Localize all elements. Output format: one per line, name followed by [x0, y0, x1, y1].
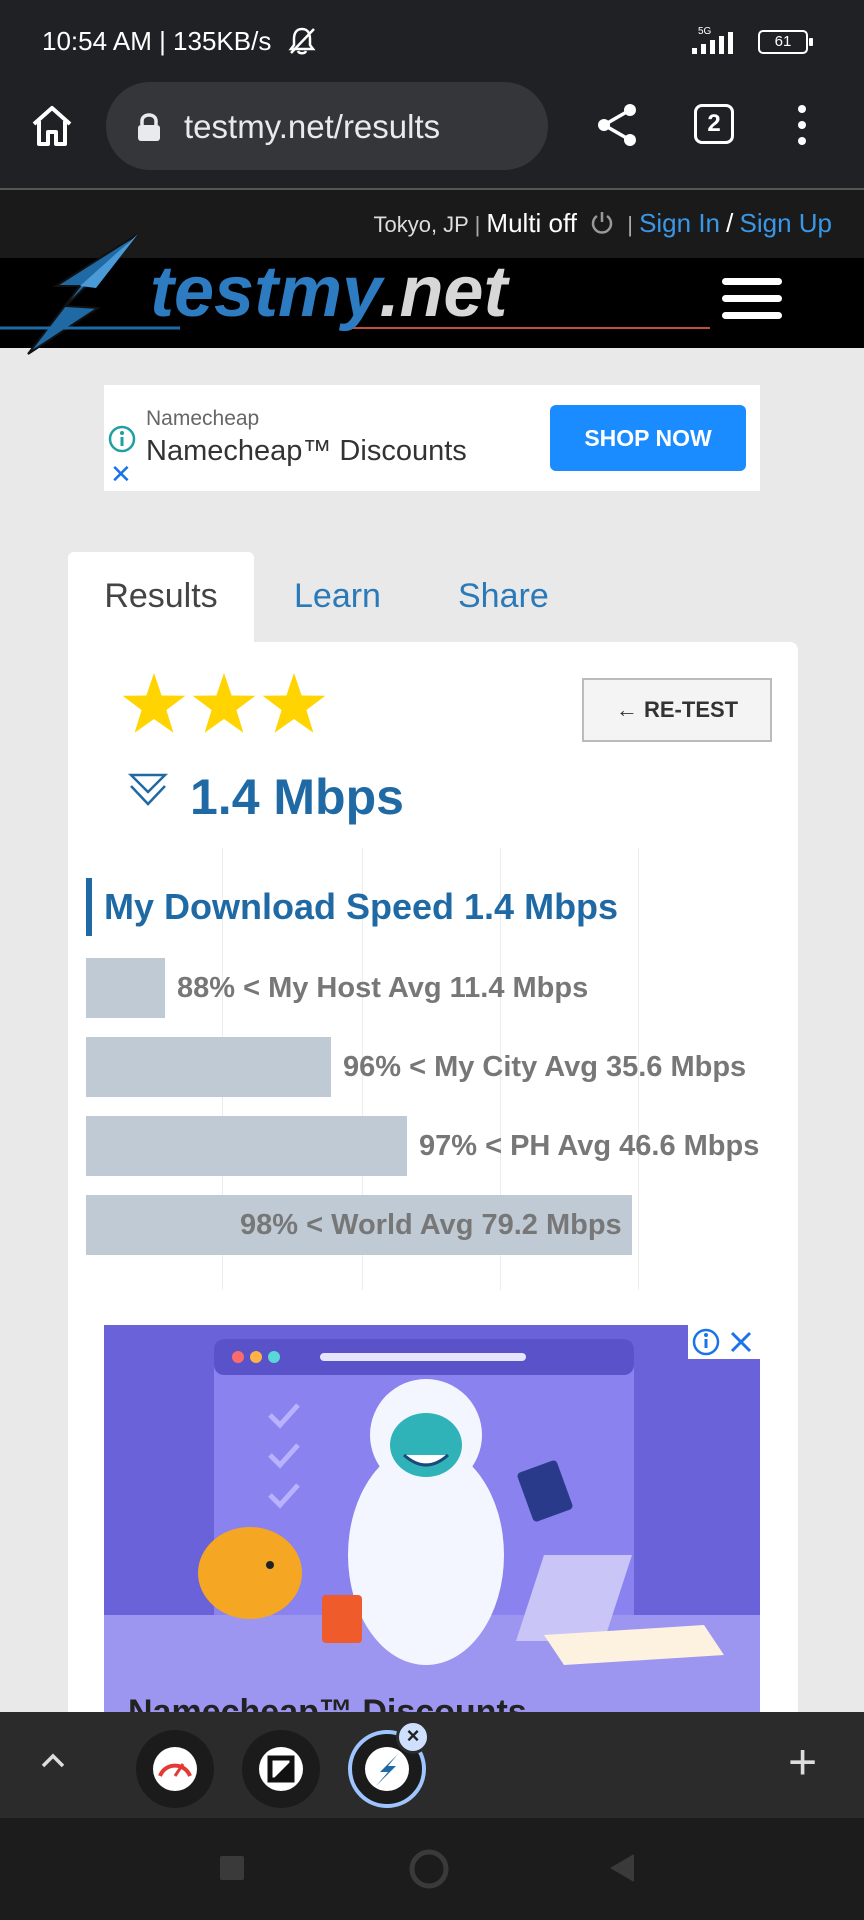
rating-stars	[122, 673, 326, 733]
slash-separator: /	[726, 208, 734, 238]
signal-icon: 5G	[692, 26, 733, 54]
ad-info-icon[interactable]	[688, 1325, 760, 1359]
lock-icon	[138, 113, 160, 141]
ad-brand: Namecheap	[146, 407, 260, 430]
close-tab-icon[interactable]: ×	[396, 1720, 430, 1754]
logo-net-text: .net	[379, 252, 510, 332]
tab-results[interactable]: Results	[68, 552, 254, 644]
svg-text:testmy.net: testmy.net	[150, 252, 510, 332]
ad-title[interactable]: Namecheap™ Discounts	[146, 435, 467, 468]
ad-title[interactable]: Namecheap™ Discounts	[128, 1693, 527, 1712]
new-tab-button[interactable]: +	[788, 1734, 817, 1790]
shop-now-button[interactable]: SHOP NOW	[550, 405, 746, 471]
hamburger-menu-icon[interactable]	[722, 278, 782, 324]
url-text: testmy.net/results	[184, 108, 441, 145]
chart-title: My Download Speed 1.4 Mbps	[86, 878, 618, 936]
comparison-bar-label: 88% < My Host Avg 11.4 Mbps	[177, 972, 589, 1004]
share-icon[interactable]	[596, 102, 640, 148]
more-menu-icon[interactable]	[790, 102, 814, 150]
tab-learn[interactable]: Learn	[294, 552, 381, 644]
ad-close-icon[interactable]: ✕	[110, 459, 132, 490]
tab-thumbnail[interactable]	[136, 1730, 214, 1808]
ad-banner-bottom[interactable]: Namecheap™ Discounts	[104, 1325, 760, 1712]
sign-up-link[interactable]: Sign Up	[740, 208, 833, 238]
status-time: 10:54 AM | 135KB/s	[42, 26, 272, 56]
url-bar[interactable]: testmy.net/results	[106, 82, 548, 170]
comparison-bar-label: 97% < PH Avg 46.6 Mbps	[419, 1130, 760, 1162]
star-icon	[192, 673, 256, 733]
tab-share[interactable]: Share	[458, 552, 549, 644]
home-icon[interactable]	[28, 102, 76, 150]
results-tab-bar: Results Learn Share	[68, 552, 798, 644]
back-icon[interactable]	[606, 1852, 636, 1884]
status-bar: 10:54 AM | 135KB/s 5G 61	[0, 0, 864, 80]
download-speed-value: 1.4 Mbps	[190, 769, 404, 825]
download-arrow-icon	[128, 773, 168, 806]
tab-thumbnail[interactable]	[242, 1730, 320, 1808]
star-icon	[122, 673, 186, 733]
system-nav-bar	[0, 1818, 864, 1920]
home-nav-icon[interactable]	[408, 1848, 450, 1890]
ad-info-icon[interactable]	[108, 425, 136, 453]
comparison-bar	[86, 958, 165, 1018]
retest-button[interactable]: ← RE-TEST	[582, 678, 772, 742]
recents-icon[interactable]	[218, 1854, 246, 1882]
ad-banner-top[interactable]: ✕ Namecheap Namecheap™ Discounts SHOP NO…	[104, 385, 760, 491]
bell-off-icon	[288, 27, 316, 55]
tab-switcher-icon[interactable]: 2	[694, 104, 734, 144]
ad-illustration	[104, 1325, 760, 1712]
browser-toolbar: testmy.net/results 2	[0, 80, 864, 188]
comparison-bar-label: 96% < My City Avg 35.6 Mbps	[343, 1051, 747, 1083]
comparison-bar-label: 98% < World Avg 79.2 Mbps	[240, 1209, 622, 1241]
ad-badges	[688, 1325, 760, 1364]
logo-testmy-text: testmy	[150, 252, 386, 332]
speedometer-icon	[153, 1747, 197, 1791]
comparison-bar	[86, 1116, 407, 1176]
site-header: testmy.net	[0, 233, 864, 355]
network-label: 5G	[698, 26, 712, 37]
site-logo[interactable]: testmy.net	[0, 228, 720, 358]
comparison-bar	[86, 1037, 331, 1097]
app-icon	[259, 1747, 303, 1791]
battery-icon: 61	[758, 30, 813, 54]
chevron-up-icon[interactable]	[38, 1746, 68, 1776]
bottom-tab-strip: × +	[0, 1712, 864, 1818]
star-icon	[262, 673, 326, 733]
